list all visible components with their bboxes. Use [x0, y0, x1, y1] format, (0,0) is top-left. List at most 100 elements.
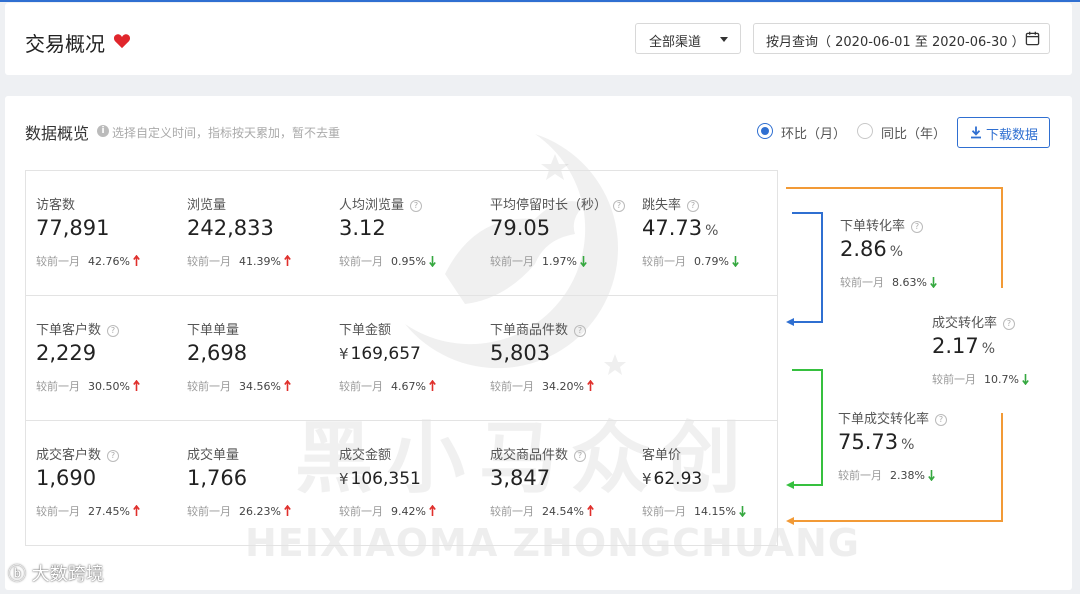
metric-compare: 较前一月 34.20% — [490, 378, 594, 394]
metric-compare: 较前一月 10.7% — [932, 371, 1029, 387]
channel-select-value: 全部渠道 — [649, 35, 702, 50]
arrow-up-icon — [133, 380, 140, 391]
radio-mom-label: 环比（月） — [781, 127, 847, 142]
metric-label-text: 跳失率 — [642, 198, 682, 213]
help-icon[interactable]: ? — [613, 200, 626, 212]
metric-label-text: 下单单量 — [187, 323, 240, 338]
date-range-picker[interactable]: 按月查询（ 2020-06-01 至 2020-06-30 ） — [753, 23, 1050, 54]
metric-value-number: 169,657 — [350, 344, 421, 364]
compare-change: 30.50% — [88, 380, 130, 393]
compare-change: 14.15% — [694, 505, 736, 518]
arrow-down-icon — [928, 470, 935, 481]
help-icon[interactable]: ? — [935, 414, 948, 426]
metric-value: 3.12 — [339, 216, 386, 240]
compare-change: 8.63% — [892, 276, 927, 289]
calendar-icon — [1025, 31, 1040, 46]
overview-card: 黑小马众创 HEIXIAOMA ZHONGCHUANG 数据概览 i 选择自定义… — [5, 96, 1072, 590]
help-icon[interactable]: ? — [107, 450, 120, 462]
compare-change: 0.95% — [391, 255, 426, 268]
metric-value-number: 79.05 — [490, 216, 551, 240]
compare-change: 10.7% — [984, 373, 1019, 386]
metric-value-number: 106,351 — [350, 469, 421, 489]
metric-card: 下单商品件数? 5,803 较前一月 34.20% — [490, 319, 640, 429]
metric-card: 下单金额 ¥169,657 较前一月 4.67% — [339, 319, 489, 429]
metric-value-number: 47.73 — [642, 216, 703, 240]
metric-value-number: 3.12 — [339, 216, 386, 240]
metric-card: 平均停留时长（秒）? 79.05 较前一月 1.97% — [490, 194, 640, 304]
metric-card: 人均浏览量? 3.12 较前一月 0.95% — [339, 194, 489, 304]
metric-unit: % — [981, 341, 996, 357]
arrow-up-icon — [587, 505, 594, 516]
help-icon[interactable]: ? — [410, 200, 423, 212]
metric-compare: 较前一月 0.95% — [339, 253, 436, 269]
heart-icon[interactable] — [113, 33, 131, 49]
metric-label: 跳失率? — [642, 194, 700, 213]
help-icon[interactable]: ? — [574, 450, 587, 462]
compare-change: 24.54% — [542, 505, 584, 518]
section-hint: 选择自定义时间，指标按天累加，暂不去重 — [112, 126, 341, 140]
help-icon[interactable]: ? — [687, 200, 700, 212]
currency-symbol: ¥ — [339, 470, 349, 488]
compare-label: 较前一月 — [339, 505, 383, 518]
help-icon[interactable]: ? — [1003, 318, 1016, 330]
metrics-grid: 访客数 77,891 较前一月 42.76% 浏览量 242,833 较前一月 41.39% 人… — [25, 170, 778, 546]
metric-value-number: 77,891 — [36, 216, 110, 240]
metric-value-number: 1,766 — [187, 466, 248, 490]
arrow-down-icon — [930, 277, 937, 288]
metric-label: 人均浏览量? — [339, 194, 423, 213]
compare-label: 较前一月 — [490, 380, 534, 393]
metric-label: 下单金额 — [339, 319, 391, 338]
metric-label-text: 下单转化率 — [840, 219, 906, 234]
channel-select[interactable]: 全部渠道 — [635, 23, 741, 54]
metric-compare: 较前一月 24.54% — [490, 503, 594, 519]
arrow-up-icon — [429, 380, 436, 391]
conversion-rate-card: 下单成交转化率? 75.73% 较前一月 2.38% — [838, 408, 958, 488]
metric-value-number: 2,229 — [36, 341, 97, 365]
metric-label-text: 平均停留时长（秒） — [490, 198, 608, 213]
metric-unit: % — [901, 437, 915, 453]
metric-label: 下单成交转化率? — [838, 408, 948, 427]
metric-compare: 较前一月 2.38% — [838, 467, 935, 483]
metric-label-text: 访客数 — [36, 198, 76, 213]
download-data-button[interactable]: 下载数据 — [957, 117, 1050, 148]
metric-value: 2.86% — [840, 237, 903, 261]
help-icon[interactable]: ? — [107, 325, 120, 337]
metric-card: 成交商品件数? 3,847 较前一月 24.54% — [490, 444, 640, 554]
metric-label-text: 客单价 — [642, 448, 682, 463]
compare-label: 较前一月 — [36, 505, 80, 518]
currency-symbol: ¥ — [642, 470, 652, 488]
corner-logo-text: 大数跨境 — [31, 564, 104, 585]
metric-label: 下单客户数? — [36, 319, 120, 338]
compare-change: 0.79% — [694, 255, 729, 268]
top-accent-strip — [0, 0, 1080, 2]
metric-card: 客单价 ¥62.93 较前一月 14.15% — [642, 444, 792, 554]
metric-value-number: 62.93 — [653, 469, 703, 489]
metric-value: 1,690 — [36, 466, 96, 490]
compare-change: 34.56% — [239, 380, 281, 393]
metric-value-number: 2.17 — [932, 334, 979, 358]
compare-change: 42.76% — [88, 255, 130, 268]
metric-value-number: 2.86 — [840, 237, 887, 261]
corner-logo: ⓑ 大数跨境 — [8, 560, 104, 586]
help-icon[interactable]: ? — [911, 221, 924, 233]
help-icon[interactable]: ? — [574, 325, 587, 337]
metric-label-text: 成交商品件数 — [490, 448, 569, 463]
metric-label-text: 成交金额 — [339, 448, 392, 463]
compare-label: 较前一月 — [642, 505, 686, 518]
date-range-value: 按月查询（ 2020-06-01 至 2020-06-30 ） — [766, 35, 1025, 50]
metric-value: 2.17% — [932, 334, 995, 358]
arrow-up-icon — [284, 505, 291, 516]
metric-value-number: 242,833 — [187, 216, 274, 240]
metric-compare: 较前一月 30.50% — [36, 378, 140, 394]
metric-card: 成交单量 1,766 较前一月 26.23% — [187, 444, 337, 554]
metric-label: 成交商品件数? — [490, 444, 587, 463]
compare-change: 9.42% — [391, 505, 426, 518]
metric-value-number: 3,847 — [490, 466, 551, 490]
compare-label: 较前一月 — [187, 255, 231, 268]
metric-compare: 较前一月 34.56% — [187, 378, 291, 394]
metric-label-text: 浏览量 — [187, 198, 227, 213]
metric-label-text: 人均浏览量 — [339, 198, 405, 213]
metric-label: 成交金额 — [339, 444, 391, 463]
compare-label: 较前一月 — [339, 255, 383, 268]
compare-change: 34.20% — [542, 380, 584, 393]
